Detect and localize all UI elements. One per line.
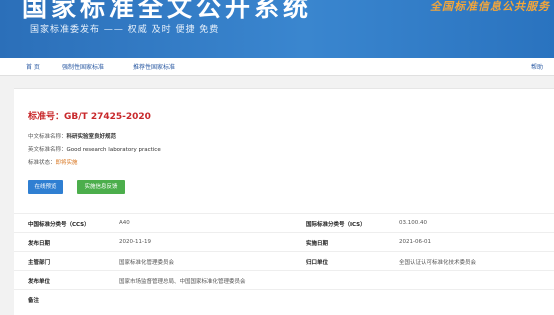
table-row: 发布单位 国家市场监督管理总局、中国国家标准化管理委员会 — [14, 270, 554, 289]
ics-label: 国际标准分类号（ICS） — [306, 222, 366, 228]
publish-date-value: 2020-11-19 — [119, 239, 151, 245]
nav-recommended[interactable]: 推荐性国家标准 — [133, 62, 175, 71]
issuer-label: 发布单位 — [28, 279, 51, 285]
site-subtitle: 国家标准委发布 —— 权威 及时 便捷 免费 — [30, 25, 220, 35]
ccs-value: A40 — [119, 220, 130, 226]
cn-name-label: 中文标准名称： — [28, 134, 67, 140]
ccs-label: 中国标准分类号（CCS） — [28, 222, 90, 228]
dept-label: 主管部门 — [28, 260, 51, 266]
status-label: 标准状态： — [28, 160, 56, 166]
cn-name-value: 科研实验室良好规范 — [66, 134, 117, 140]
nav-home[interactable]: 首 页 — [26, 62, 40, 71]
dept-value: 国家标准化管理委员会 — [119, 260, 175, 266]
standard-info-table: 中国标准分类号（CCS） A40 国际标准分类号（ICS） 03.100.40 … — [14, 213, 554, 306]
en-name-label: 英文标准名称： — [28, 147, 67, 153]
site-title: 国家标准全文公开系统 — [22, 0, 313, 22]
cn-name-row: 中文标准名称：科研实验室良好规范 — [28, 132, 116, 140]
publish-date-label: 发布日期 — [28, 241, 51, 247]
remark-label: 备注 — [28, 298, 40, 304]
standard-number: 标准号：GB/T 27425-2020 — [28, 109, 151, 122]
en-name-value: Good research laboratory practice — [66, 147, 161, 153]
feedback-button[interactable]: 实施信息反馈 — [77, 180, 125, 194]
standard-number-value: GB/T 27425-2020 — [64, 112, 151, 122]
issuer-value: 国家市场监督管理总局、中国国家标准化管理委员会 — [119, 279, 246, 285]
standard-number-label: 标准号： — [28, 112, 65, 122]
header-banner: 国家标准全文公开系统 国家标准委发布 —— 权威 及时 便捷 免费 全国标准信息… — [0, 0, 554, 58]
implement-date-value: 2021-06-01 — [399, 239, 431, 245]
table-row: 备注 — [14, 289, 554, 306]
central-unit-label: 归口单位 — [306, 260, 329, 266]
table-row: 中国标准分类号（CCS） A40 国际标准分类号（ICS） 03.100.40 — [14, 213, 554, 232]
en-name-row: 英文标准名称：Good research laboratory practice — [28, 145, 161, 153]
online-preview-button[interactable]: 在线预览 — [28, 180, 63, 194]
nav-mandatory[interactable]: 强制性国家标准 — [62, 62, 104, 71]
service-logo[interactable]: 全国标准信息公共服务 — [430, 0, 550, 14]
status-badge: 即将实施 — [55, 160, 78, 166]
nav-help[interactable]: 帮助 — [531, 62, 543, 71]
status-row: 标准状态：即将实施 — [28, 158, 78, 166]
table-row: 主管部门 国家标准化管理委员会 归口单位 全国认证认可标准化技术委员会 — [14, 251, 554, 270]
top-nav: 首 页 强制性国家标准 推荐性国家标准 帮助 — [0, 58, 554, 76]
table-row: 发布日期 2020-11-19 实施日期 2021-06-01 — [14, 232, 554, 251]
implement-date-label: 实施日期 — [306, 241, 329, 247]
central-unit-value: 全国认证认可标准化技术委员会 — [399, 260, 477, 266]
ics-value: 03.100.40 — [399, 220, 427, 226]
standard-detail-card: 标准号：GB/T 27425-2020 中文标准名称：科研实验室良好规范 英文标… — [14, 88, 554, 315]
